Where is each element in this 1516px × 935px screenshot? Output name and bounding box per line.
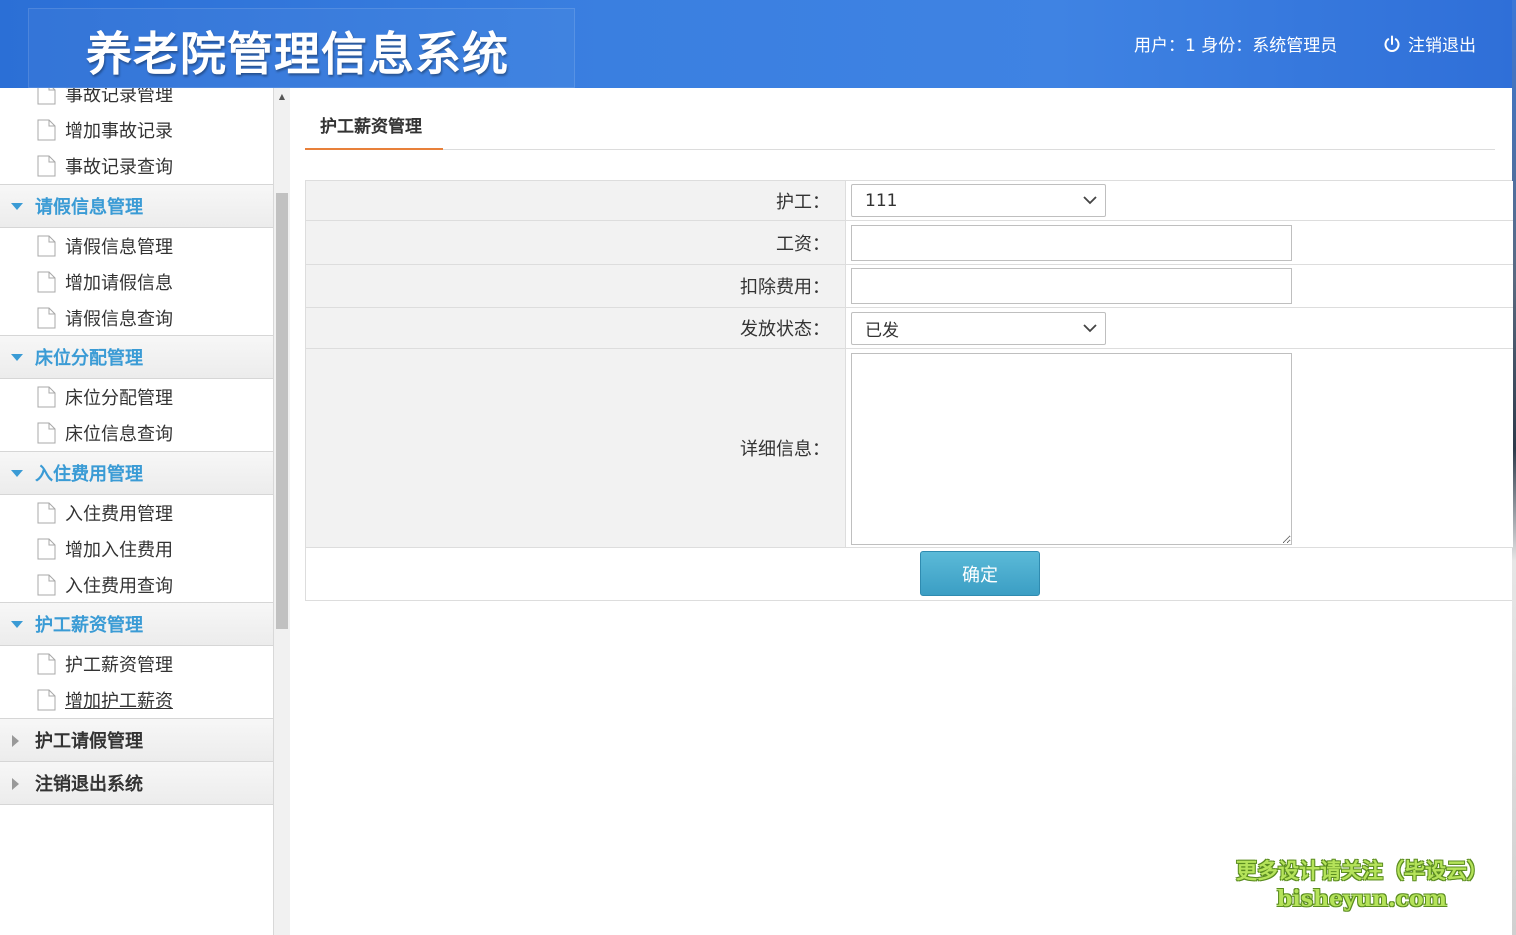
- caret-right-icon: [12, 778, 19, 790]
- confirm-button[interactable]: 确定: [920, 551, 1040, 596]
- caret-down-icon: [11, 621, 23, 628]
- sidebar-scroll-thumb[interactable]: [276, 193, 288, 629]
- app-header: 养老院管理信息系统 用户：1 身份：系统管理员 注销退出: [0, 0, 1512, 88]
- status-select-value: 已发: [865, 321, 899, 341]
- sidebar: 事故记录管理 增加事故记录 事故记录查询 请假信息管理 请假信息管理 增加请假信…: [0, 88, 274, 935]
- sidebar-item-label: 增加请假信息: [65, 273, 173, 294]
- logout-label: 注销退出: [1408, 36, 1476, 56]
- detail-label: 详细信息：: [306, 349, 846, 547]
- watermark-line2: bisheyun.com: [1277, 886, 1447, 912]
- document-icon: [37, 574, 56, 596]
- sidebar-item-label: 增加事故记录: [65, 121, 173, 142]
- deduction-label: 扣除费用：: [306, 265, 846, 307]
- sidebar-item-label: 入住费用管理: [65, 504, 173, 525]
- sidebar-group-leave-info[interactable]: 请假信息管理: [0, 184, 273, 228]
- sidebar-item-bed-manage[interactable]: 床位分配管理: [0, 379, 273, 415]
- deduction-cell: [846, 265, 1513, 307]
- scroll-up-arrow-icon[interactable]: ▲: [274, 88, 290, 104]
- watermark-line1: 更多设计请关注（毕设云）: [1236, 859, 1488, 883]
- power-icon: [1384, 35, 1400, 52]
- salary-cell: [846, 221, 1513, 264]
- form-row-detail: 详细信息：: [306, 349, 1513, 548]
- salary-input[interactable]: [851, 225, 1292, 261]
- sidebar-group-bed-allocation[interactable]: 床位分配管理: [0, 335, 273, 379]
- sidebar-item-label: 入住费用查询: [65, 576, 173, 597]
- form-row-salary: 工资：: [306, 221, 1513, 265]
- app-title: 养老院管理信息系统: [86, 27, 509, 81]
- document-icon: [37, 538, 56, 560]
- sidebar-item-fee-manage[interactable]: 入住费用管理: [0, 495, 273, 531]
- caret-down-icon: [11, 354, 23, 361]
- sidebar-item-fee-query[interactable]: 入住费用查询: [0, 567, 273, 603]
- status-cell: 已发: [846, 308, 1513, 348]
- detail-cell: [846, 349, 1513, 547]
- sidebar-group-nurse-leave[interactable]: 护工请假管理: [0, 718, 273, 762]
- document-icon: [37, 422, 56, 444]
- sidebar-group-label: 床位分配管理: [35, 348, 143, 369]
- document-icon: [37, 386, 56, 408]
- sidebar-item-leave-add[interactable]: 增加请假信息: [0, 264, 273, 300]
- salary-label: 工资：: [306, 221, 846, 264]
- nurse-select[interactable]: 111: [851, 184, 1106, 217]
- sidebar-group-checkin-fees[interactable]: 入住费用管理: [0, 451, 273, 495]
- sidebar-group-label: 请假信息管理: [35, 197, 143, 218]
- sidebar-item-accident-records[interactable]: 事故记录管理: [0, 88, 273, 112]
- sidebar-group-label: 护工请假管理: [35, 731, 143, 752]
- document-icon: [37, 502, 56, 524]
- user-info: 用户：1 身份：系统管理员: [1134, 36, 1338, 56]
- sidebar-group-label: 入住费用管理: [35, 464, 143, 485]
- tab-nurse-salary-manage[interactable]: 护工薪资管理: [305, 112, 443, 150]
- sidebar-item-salary-manage[interactable]: 护工薪资管理: [0, 646, 273, 682]
- caret-right-icon: [12, 735, 19, 747]
- sidebar-item-salary-add[interactable]: 增加护工薪资: [0, 682, 273, 718]
- document-icon: [37, 307, 56, 329]
- sidebar-item-label: 事故记录管理: [65, 88, 173, 106]
- sidebar-group-nurse-salary[interactable]: 护工薪资管理: [0, 602, 273, 646]
- sidebar-item-label: 事故记录查询: [65, 157, 173, 178]
- main-content: 护工薪资管理 护工： 111 工资： 扣除费用： 发放状态： 已发 详细信息： …: [290, 88, 1513, 935]
- form-row-deduction: 扣除费用：: [306, 265, 1513, 308]
- sidebar-item-leave-manage[interactable]: 请假信息管理: [0, 228, 273, 264]
- submit-row: 确定: [305, 547, 1512, 601]
- caret-down-icon: [11, 203, 23, 210]
- form-row-nurse: 护工： 111: [306, 181, 1513, 221]
- sidebar-group-label: 护工薪资管理: [35, 615, 143, 636]
- status-select[interactable]: 已发: [851, 312, 1106, 345]
- sidebar-group-logout-system[interactable]: 注销退出系统: [0, 761, 273, 805]
- sidebar-item-label: 床位分配管理: [65, 388, 173, 409]
- nurse-label: 护工：: [306, 181, 846, 220]
- document-icon: [37, 88, 56, 105]
- nurse-cell: 111: [846, 181, 1513, 220]
- tab-bar: 护工薪资管理: [305, 88, 1495, 150]
- sidebar-item-label: 请假信息管理: [65, 237, 173, 258]
- chevron-down-icon: [1083, 196, 1097, 205]
- sidebar-item-bed-query[interactable]: 床位信息查询: [0, 415, 273, 451]
- chevron-down-icon: [1083, 324, 1097, 333]
- sidebar-item-label: 床位信息查询: [65, 424, 173, 445]
- sidebar-item-fee-add[interactable]: 增加入住费用: [0, 531, 273, 567]
- sidebar-item-label: 增加护工薪资: [65, 691, 173, 712]
- document-icon: [37, 271, 56, 293]
- logout-button[interactable]: 注销退出: [1382, 31, 1476, 56]
- sidebar-item-leave-query[interactable]: 请假信息查询: [0, 300, 273, 336]
- caret-down-icon: [11, 470, 23, 477]
- detail-textarea[interactable]: [851, 353, 1292, 545]
- sidebar-item-accident-query[interactable]: 事故记录查询: [0, 148, 273, 184]
- document-icon: [37, 119, 56, 141]
- form-row-status: 发放状态： 已发: [306, 308, 1513, 349]
- sidebar-group-label: 注销退出系统: [35, 774, 143, 795]
- document-icon: [37, 653, 56, 675]
- watermark: 更多设计请关注（毕设云） bisheyun.com: [1232, 857, 1492, 913]
- sidebar-item-label: 请假信息查询: [65, 309, 173, 330]
- salary-form: 护工： 111 工资： 扣除费用： 发放状态： 已发 详细信息：: [305, 180, 1513, 548]
- document-icon: [37, 155, 56, 177]
- document-icon: [37, 235, 56, 257]
- document-icon: [37, 689, 56, 711]
- nurse-select-value: 111: [865, 190, 898, 211]
- sidebar-item-label: 护工薪资管理: [65, 655, 173, 676]
- sidebar-item-add-accident[interactable]: 增加事故记录: [0, 112, 273, 148]
- status-label: 发放状态：: [306, 308, 846, 348]
- deduction-input[interactable]: [851, 268, 1292, 304]
- sidebar-item-label: 增加入住费用: [65, 540, 173, 561]
